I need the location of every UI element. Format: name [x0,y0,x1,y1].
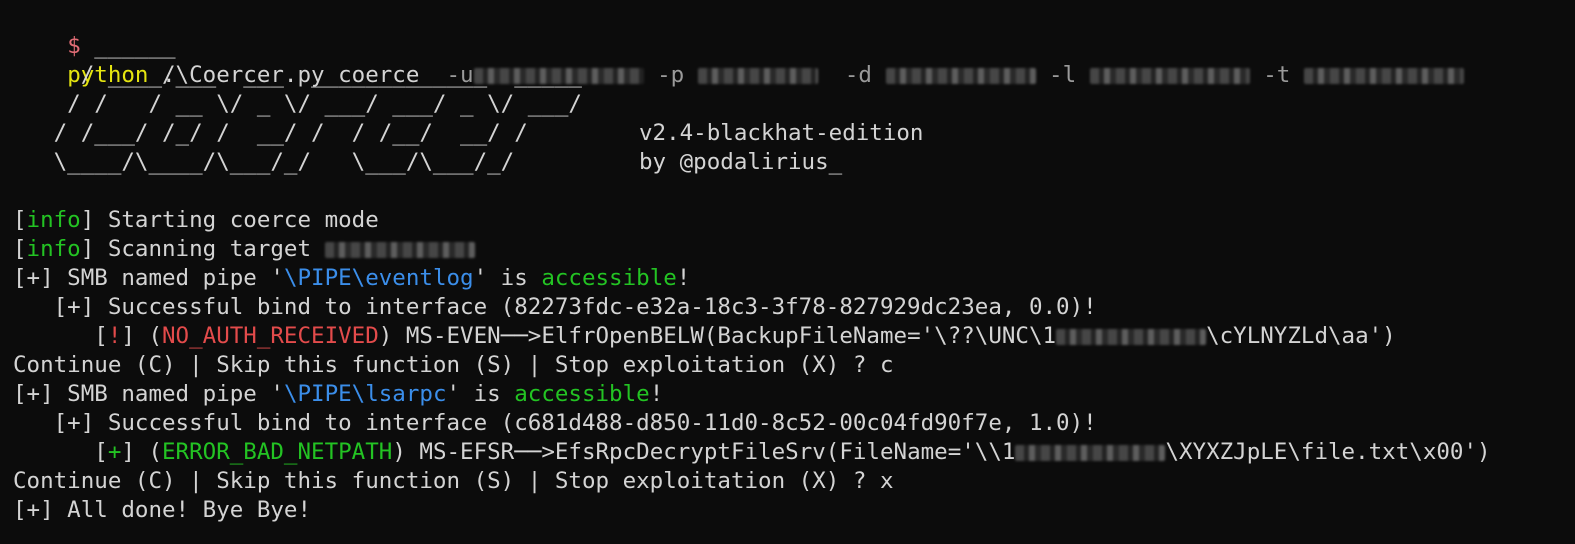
status-accessible: accessible [541,265,677,291]
log-line-start: [info] Starting coerce mode [13,207,379,233]
log-line-scan: [info] Scanning target [13,235,475,264]
log-line-done: [+] All done! Bye Bye! [13,497,312,523]
prompt-continue-1: Continue (C) | Skip this function (S) | … [13,352,894,378]
redacted-target-name [324,241,475,258]
warning-mark: ! [107,323,122,349]
log-text: ' is [446,381,515,407]
log-text: [ [13,323,108,349]
log-line-call-2: [+] (ERROR_BAD_NETPATH) MS-EFSR──>EfsRpc… [13,438,1491,467]
info-tag: info [26,236,81,262]
flag-target: -t [1263,62,1291,88]
ascii-banner-line-4: / /___/ /_/ / __/ / / /__/ __/ / [13,120,528,146]
ascii-banner-line-1: ______ [13,33,176,59]
ascii-banner-line-3: / / / __ \/ _ \/ ___/ ___/ _ \/ ___/ [13,91,582,117]
log-text: Scanning target [94,236,325,262]
log-text: ! [676,265,691,291]
redacted-password [697,67,818,84]
log-text: ! [649,381,664,407]
info-tag: info [26,207,81,233]
log-text: ] ( [121,323,163,349]
success-mark: + [107,439,122,465]
log-line-bind-1: [+] Successful bind to interface (82273f… [13,294,1097,320]
log-line-call-1: [!] (NO_AUTH_RECEIVED) MS-EVEN──>ElfrOpe… [13,322,1396,351]
pipe-name: \PIPE\eventlog [283,265,474,291]
error-code: NO_AUTH_RECEIVED [162,323,379,349]
flag-password: -p [657,62,685,88]
log-text: ' is [473,265,542,291]
flag-domain: -d [844,62,872,88]
ascii-banner-line-5: \____/\____/\___/_/ \___/\___/_/ [13,149,515,175]
command-line: $ python .\Coercer.py coerce -u -p -d -l… [13,3,1464,88]
log-text: [+] SMB named pipe ' [13,265,284,291]
log-text: ] ( [121,439,163,465]
log-text: [ [13,439,108,465]
log-text: ) MS-EVEN──>ElfrOpenBELW(BackupFileName=… [378,323,1057,349]
log-text: \XYXZJpLE\file.txt\x00') [1165,439,1491,465]
pipe-name: \PIPE\lsarpc [283,381,447,407]
redacted-target [1303,67,1464,84]
log-text: \cYLNYZLd\aa') [1206,323,1396,349]
redacted-domain [885,67,1036,84]
terminal-window[interactable]: $ python .\Coercer.py coerce -u -p -d -l… [13,0,1563,544]
log-line-pipe-eventlog: [+] SMB named pipe '\PIPE\eventlog' is a… [13,264,690,293]
log-text: [+] SMB named pipe ' [13,381,284,407]
ascii-banner-line-2: / ____/___ ___ _____________ _____ [13,62,582,88]
flag-listener: -l [1049,62,1077,88]
version-label: v2.4-blackhat-edition [639,120,924,146]
log-text: ) MS-EFSR──>EfsRpcDecryptFileSrv(FileNam… [392,439,1016,465]
redacted-unc-host [1015,444,1166,461]
log-line-pipe-lsarpc: [+] SMB named pipe '\PIPE\lsarpc' is acc… [13,380,663,409]
status-accessible: accessible [514,381,650,407]
log-line-bind-2: [+] Successful bind to interface (c681d4… [13,410,1097,436]
author-label: by @podalirius_ [639,149,843,175]
prompt-continue-2: Continue (C) | Skip this function (S) | … [13,468,894,494]
redacted-unc-host [1056,328,1207,345]
error-code: ERROR_BAD_NETPATH [162,439,393,465]
log-text: Starting coerce mode [94,207,379,233]
redacted-listener [1089,67,1250,84]
